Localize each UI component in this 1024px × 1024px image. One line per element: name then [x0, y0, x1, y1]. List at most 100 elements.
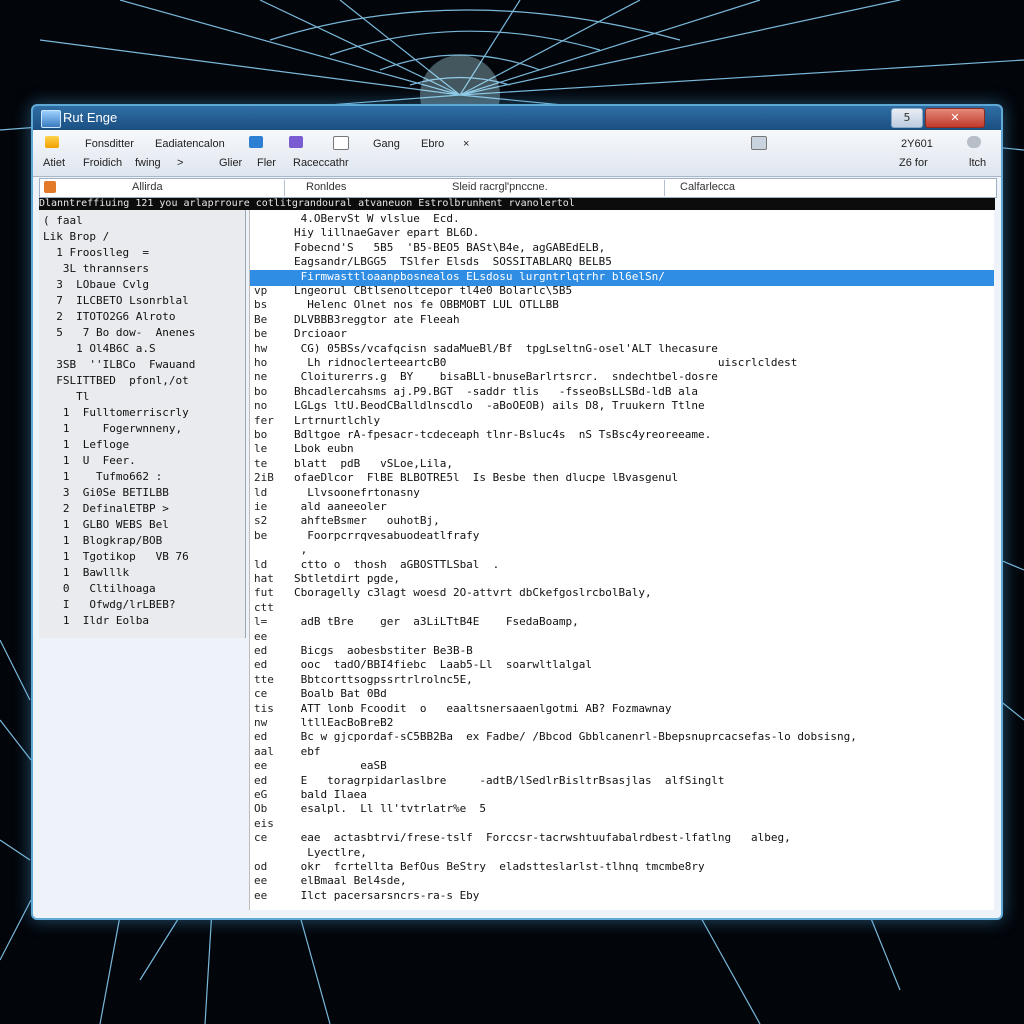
file-list-item[interactable]: 1 GLBO WEBS Bel — [43, 518, 169, 534]
title-bar[interactable]: Rut Enge 5 ✕ — [33, 106, 1001, 130]
file-list-item[interactable]: 7 ILCBETO Lsonrblal — [43, 294, 188, 310]
line-text: esalpl. Ll ll'tvtrlatr%e 5 — [294, 802, 487, 816]
line-text: okr fcrtellta BefOus BeStry eladstteslar… — [294, 860, 705, 873]
separator — [284, 180, 285, 196]
line-gutter-label: hw — [254, 341, 268, 355]
line-text: adB tBre ger a3LiLTtB4E FsedaBoamp, — [294, 615, 579, 629]
file-list-item[interactable]: 1 Fogerwnneny, — [43, 422, 182, 438]
line-gutter-label: bo — [254, 384, 268, 398]
file-list-item[interactable]: 2 ITOTO2G6 Alroto — [43, 310, 175, 326]
ribbon-right-sub-b[interactable]: ltch — [969, 157, 986, 169]
file-list-item[interactable]: 1 Ol4B6C a.S — [43, 342, 155, 358]
file-list-item[interactable]: 1 Tufmo662 : — [43, 470, 162, 486]
file-list-item[interactable]: 1 Ildr Eolba — [43, 614, 149, 630]
line-text: Bhcadlercahsms aj.P9.BGT -saddr tlis -fs… — [294, 384, 698, 398]
ribbon-cmd-5[interactable]: Glier — [219, 157, 242, 169]
app-window: Rut Enge 5 ✕ Fonsditter Eadiatencalon Ga… — [31, 104, 1003, 920]
line-text: Llvsoonefrtonasny — [294, 485, 420, 499]
window-icon[interactable] — [249, 136, 263, 148]
line-text: Bbtcorttsogpssrtrlrolnc5E, — [294, 672, 473, 686]
ribbon-cmd-2[interactable]: Froidich — [83, 157, 122, 169]
grid-icon[interactable] — [751, 136, 767, 150]
line-gutter-label: bo — [254, 428, 268, 441]
file-list-item[interactable]: 3SB ''ILBCo Fwauand — [43, 358, 195, 374]
close-tab-button[interactable]: × — [463, 138, 469, 150]
ribbon-tab-4[interactable]: Ebro — [421, 138, 444, 150]
line-gutter-label: eG — [254, 788, 268, 801]
shield-icon[interactable] — [289, 136, 303, 148]
file-list-item[interactable]: 5 7 Bo dow- Anenes — [43, 326, 195, 342]
file-list-item[interactable]: 1 Lefloge — [43, 438, 129, 454]
ribbon-cmd-3[interactable]: fwing — [135, 157, 161, 169]
file-list-item[interactable]: Tl — [43, 390, 89, 406]
address-left-label[interactable]: Allirda — [132, 181, 163, 193]
file-list-item[interactable]: 0 Cltilhoaga — [43, 582, 156, 598]
line-text: ofaeDlcor FlBE BLBOTRE5l Is Besbe then d… — [294, 471, 679, 485]
ribbon-tab-1[interactable]: Fonsditter — [85, 138, 134, 150]
ribbon-cmd-7[interactable]: Raceccathr — [293, 157, 349, 169]
file-list-item[interactable]: I Ofwdg/lrLBEB? — [43, 598, 176, 614]
line-gutter-label: tis — [254, 701, 274, 715]
line-gutter-label: fut — [254, 586, 274, 600]
line-gutter-label: ee — [254, 629, 268, 643]
back-icon[interactable] — [44, 181, 56, 193]
line-text: Lngeorul CBtlsenoltcepor tl4e0 Bolarlc\5… — [294, 284, 573, 297]
ribbon-cmd-6[interactable]: Fler — [257, 157, 276, 169]
file-list-item[interactable]: 3 Gi0Se BETILBB — [43, 486, 169, 502]
line-text: Boalb Bat 0Bd — [294, 687, 387, 701]
line-text: Lbok eubn — [294, 442, 354, 456]
address-path[interactable]: Sleid racrgl'pnccne. — [452, 181, 548, 193]
address-bar[interactable]: Allirda Ronldes Sleid racrgl'pnccne. Cal… — [39, 178, 997, 198]
line-text: ATT lonb Fcoodit o eaaltsnersaaenlgotmi … — [294, 701, 672, 715]
line-gutter-label: ee — [254, 888, 268, 902]
line-gutter-label: te — [254, 456, 268, 470]
ribbon-tab-3[interactable]: Gang — [373, 138, 400, 150]
line-text: Bdltgoe rA-fpesacr-tcdeceaph tlnr-Bsluc4… — [294, 428, 712, 441]
file-list-panel: ( faal Lik Brop / 1 Frooslleg = 3L thrann… — [39, 210, 246, 638]
code-line[interactable]: ee Ilct pacersarsncrs-ra-s Eby — [250, 889, 994, 905]
line-text: elBmaal Bel4sde, — [294, 874, 407, 888]
file-list-item[interactable]: 2 DefinalETBP > — [43, 502, 169, 518]
ribbon-app-icon[interactable] — [45, 136, 59, 148]
line-text: CG) 05BSs/vcafqcisn sadaMueBl/Bf tpgLsel… — [294, 341, 718, 355]
address-mid-label[interactable]: Ronldes — [306, 181, 346, 193]
address-right-label[interactable]: Calfarlecca — [680, 181, 735, 193]
file-list-item[interactable]: 1 Fulltomerriscrly — [43, 406, 189, 422]
line-text: ahfteBsmer ouhotBj, — [294, 514, 440, 528]
line-text: ald aaneeoler — [294, 500, 387, 513]
ribbon-cmd-4[interactable]: > — [177, 157, 183, 169]
status-strip: Dlanntreffiuing 121 you arlaprroure cotl… — [39, 198, 995, 210]
ribbon-right-sub-a[interactable]: Z6 for — [899, 157, 928, 169]
line-gutter-label: bs — [254, 298, 268, 312]
line-text: ooc tadO/BBI4fiebc Laab5-Ll soarwltlalga… — [294, 658, 593, 672]
line-text: Hiy lillnaeGaver epart BL6D. — [294, 226, 480, 240]
line-gutter-label: ed — [254, 773, 268, 787]
file-list-item[interactable]: 1 Tgotikop VB 76 — [43, 550, 189, 566]
line-gutter-label: Be — [254, 312, 268, 326]
file-list-item[interactable]: 3 LObaue Cvlg — [43, 278, 149, 294]
file-list-item[interactable]: 3L thrannsers — [43, 262, 149, 278]
file-list-item[interactable]: Lik Brop / — [43, 230, 109, 246]
file-list-item[interactable]: 1 Bawlllk — [43, 566, 129, 582]
file-list-item[interactable]: FSLITTBED pfonl,/ot — [43, 374, 188, 390]
line-gutter-label: no — [254, 399, 268, 413]
window-title: Rut Enge — [63, 110, 118, 125]
file-list-item[interactable]: 1 Frooslleg = — [43, 246, 149, 262]
line-gutter-label: le — [254, 442, 268, 456]
toggle-icon[interactable] — [967, 136, 981, 148]
calendar-icon[interactable] — [333, 136, 349, 150]
file-list-item[interactable]: 1 Blogkrap/BOB — [43, 534, 162, 550]
file-list-item[interactable]: 1 U Feer. — [43, 454, 136, 470]
ribbon-tab-2[interactable]: Eadiatencalon — [155, 138, 225, 150]
ribbon-cmd-1[interactable]: Atiet — [43, 157, 65, 169]
line-text: ctto o thosh aGBOSTTLSbal . — [294, 557, 500, 571]
line-gutter-label: aal — [254, 744, 274, 758]
close-button[interactable]: ✕ — [925, 108, 985, 128]
line-text: Lh ridnoclerteeartcB0 uiscrlcldest — [294, 356, 798, 369]
line-gutter-label: be — [254, 327, 268, 341]
line-gutter-label: ie — [254, 500, 268, 513]
code-editor[interactable]: 4.OBervSt W vlslue Ecd. Hiy lillnaeGaver … — [249, 210, 994, 910]
line-gutter-label: nw — [254, 716, 268, 729]
file-list-item[interactable]: ( faal — [43, 214, 83, 230]
minimize-button[interactable]: 5 — [891, 108, 923, 128]
